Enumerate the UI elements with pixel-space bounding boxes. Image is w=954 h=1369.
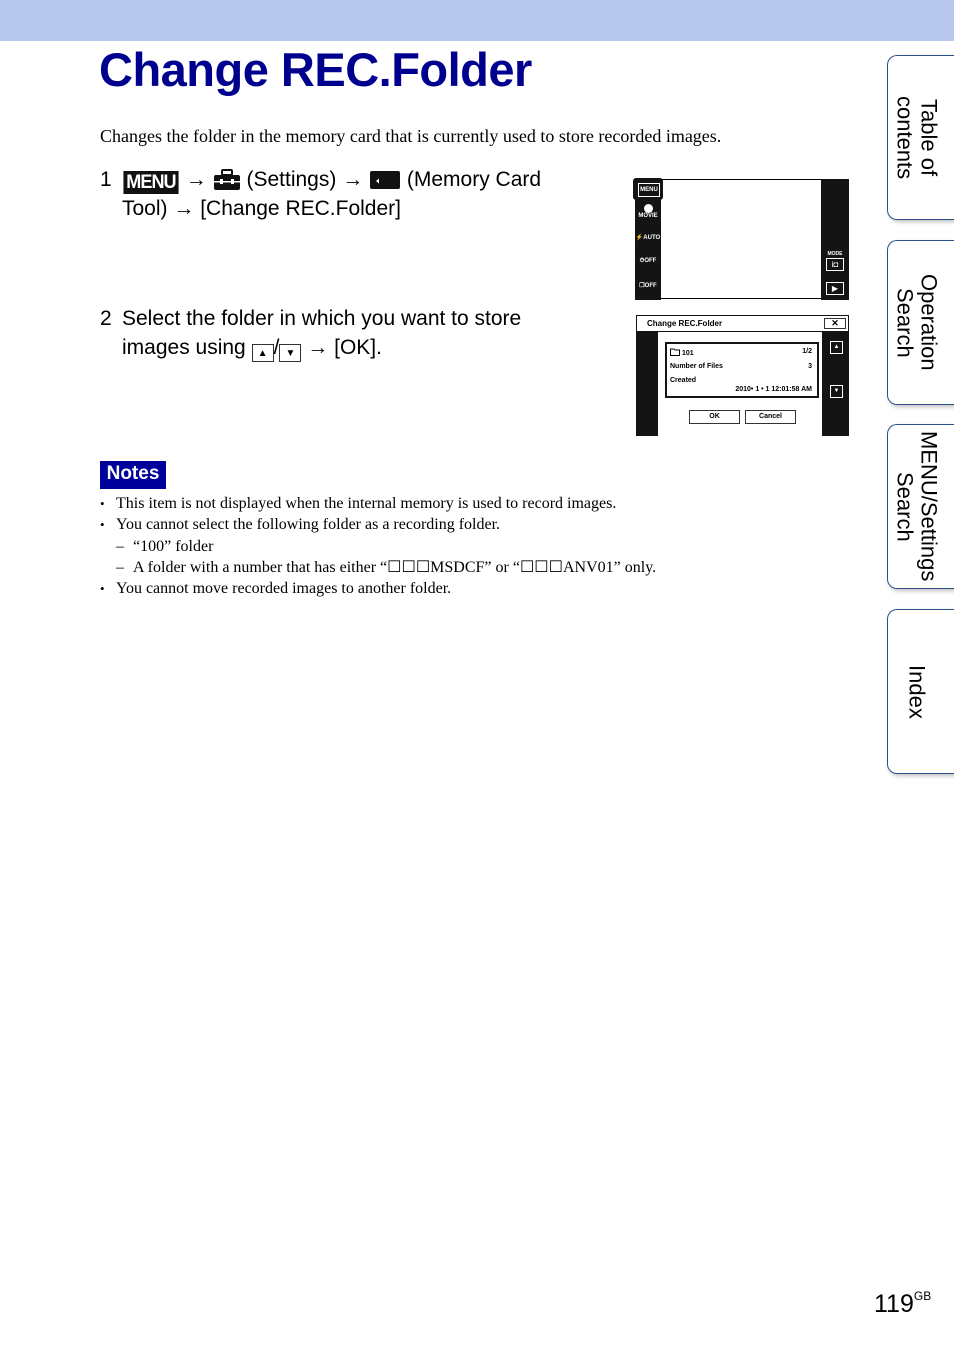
- page-title: Change REC.Folder: [99, 43, 532, 96]
- step-1: 1 MENU → (Settings) → (Memory Card Tool)…: [100, 165, 590, 223]
- tab-table-of-contents[interactable]: Table of contents: [887, 55, 954, 220]
- arrow-icon: →: [173, 197, 195, 220]
- close-icon: ✕: [824, 318, 846, 329]
- tab-menu-settings-search[interactable]: MENU/Settings Search: [887, 424, 954, 589]
- camera-screen-illustration: MOVIE ⚡AUTO ⏱OFF ❐OFF MENU MODE i◘ ▶: [633, 178, 849, 300]
- notes-label: Notes: [100, 461, 166, 489]
- ok-button: OK: [689, 410, 740, 424]
- notes-list: This item is not displayed when the inte…: [100, 493, 656, 600]
- created-label: Created: [670, 377, 697, 384]
- note-item: You cannot select the following folder a…: [100, 514, 656, 536]
- step-2: 2 Select the folder in which you want to…: [100, 304, 590, 362]
- arrow-icon: →: [307, 336, 329, 359]
- arrow-icon: →: [342, 168, 364, 191]
- note-subitem: “100” folder: [100, 536, 656, 558]
- up-arrow-icon: ▲: [830, 341, 843, 354]
- viewfinder-frame: [661, 179, 821, 299]
- folder-row: 101 1/2: [670, 348, 812, 357]
- folder-name: 101: [681, 350, 694, 357]
- step-number: 2: [100, 307, 112, 330]
- step-number: 1: [100, 168, 112, 191]
- right-icon-bar: MODE i◘ ▶: [821, 179, 849, 300]
- tab-operation-search[interactable]: Operation Search: [887, 240, 954, 405]
- tab-label: Operation Search: [892, 274, 942, 371]
- dialog-content: 101 1/2 Number of Files 3 Created 2010• …: [658, 332, 822, 436]
- camera-mode-icon: i◘: [826, 258, 844, 271]
- cancel-button: Cancel: [745, 410, 796, 424]
- down-arrow-icon: ▼: [830, 385, 843, 398]
- created-value: 2010• 1 • 1 12:01:58 AM: [735, 386, 812, 393]
- menu-icon: MENU: [123, 171, 179, 194]
- left-icon-bar: MOVIE ⚡AUTO ⏱OFF ❐OFF: [635, 200, 661, 300]
- tab-label: MENU/Settings Search: [892, 431, 942, 582]
- note-item: You cannot move recorded images to anoth…: [100, 578, 656, 600]
- change-rec-folder-text: [Change REC.Folder]: [200, 197, 401, 220]
- ok-text: [OK].: [334, 336, 382, 359]
- note-subitem: A folder with a number that has either “…: [100, 557, 656, 579]
- folder-info-box: 101 1/2 Number of Files 3 Created 2010• …: [665, 342, 819, 398]
- tab-label: Index: [904, 664, 930, 719]
- files-value: 3: [808, 363, 812, 370]
- up-button-icon: ▲: [251, 344, 274, 362]
- tab-index[interactable]: Index: [887, 609, 954, 774]
- change-folder-screen-illustration: Change REC.Folder ✕ 101 1/2 Number of Fi…: [636, 315, 849, 436]
- page-number-suffix: GB: [913, 1289, 932, 1303]
- movie-icon: MOVIE: [635, 204, 661, 219]
- page-number: 119GB: [874, 1289, 931, 1319]
- tab-label: Table of contents: [892, 95, 942, 180]
- intro-text: Changes the folder in the memory card th…: [100, 126, 722, 146]
- header-band: [0, 0, 954, 41]
- page-indicator: 1/2: [802, 348, 812, 355]
- menu-button: MENU: [633, 178, 663, 200]
- mode-label: MODE: [827, 251, 843, 257]
- files-label: Number of Files: [670, 363, 723, 370]
- note-item: This item is not displayed when the inte…: [100, 493, 656, 515]
- dialog-titlebar: Change REC.Folder ✕: [636, 315, 849, 332]
- files-row: Number of Files 3: [670, 363, 812, 370]
- page-number-value: 119: [874, 1290, 914, 1318]
- self-timer-off-icon: ⏱OFF: [639, 258, 657, 264]
- down-button-icon: ▼: [279, 344, 302, 362]
- flash-auto-icon: ⚡AUTO: [635, 235, 661, 241]
- arrow-icon: →: [185, 168, 207, 191]
- playback-icon: ▶: [826, 282, 844, 295]
- settings-text: (Settings): [246, 168, 337, 191]
- dialog-title: Change REC.Folder: [647, 319, 723, 328]
- settings-toolbox-icon: [213, 169, 240, 190]
- memory-card-icon: [370, 171, 401, 189]
- burst-off-icon: ❐OFF: [639, 283, 657, 289]
- folder-icon: [670, 348, 680, 356]
